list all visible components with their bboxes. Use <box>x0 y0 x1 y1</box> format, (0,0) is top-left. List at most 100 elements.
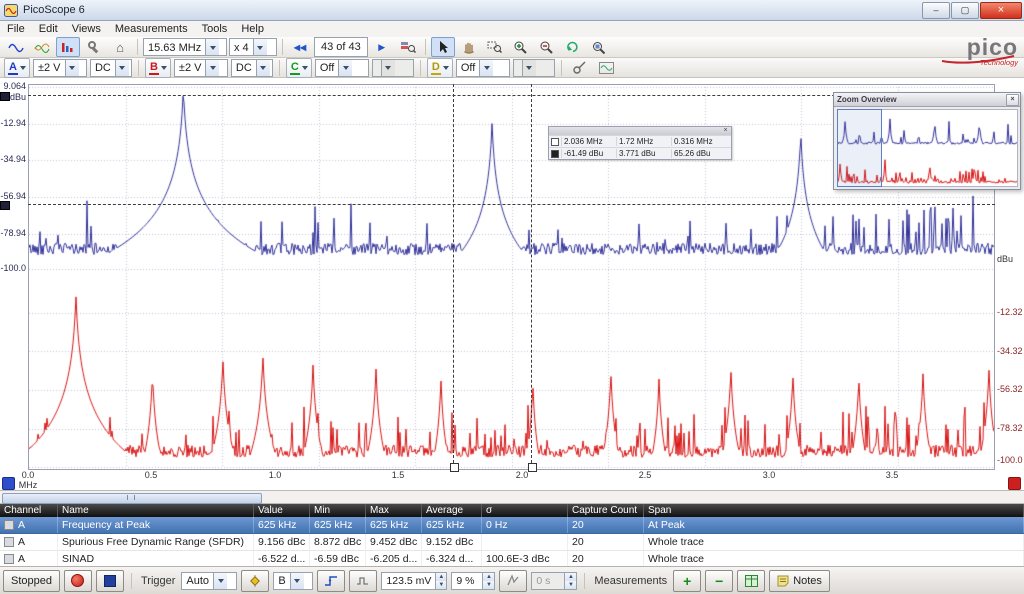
edit-measurement-button[interactable] <box>737 570 765 592</box>
chevron-down-icon[interactable] <box>213 573 227 589</box>
chevron-down-icon[interactable] <box>290 573 304 589</box>
marquee-zoom-icon[interactable] <box>483 37 507 57</box>
channel-c-button[interactable]: C <box>286 58 312 78</box>
undo-zoom-icon[interactable] <box>561 37 585 57</box>
zoom-factor-dropdown[interactable]: x 4 <box>229 38 277 56</box>
zoom-overview-selection[interactable] <box>837 109 882 187</box>
horizontal-ruler-2[interactable] <box>28 204 995 205</box>
vertical-ruler-2[interactable] <box>531 84 532 468</box>
menu-tools[interactable]: Tools <box>195 21 235 37</box>
chevron-down-icon[interactable] <box>479 60 493 76</box>
minimize-button[interactable]: – <box>922 2 950 19</box>
advanced-trigger-icon[interactable] <box>349 570 377 592</box>
channel-b-range-dropdown[interactable]: ±2 V <box>174 59 228 77</box>
stop-button[interactable] <box>96 570 124 592</box>
zoom-overview-titlebar[interactable]: Zoom Overview × <box>834 93 1020 107</box>
ruler-legend: × 2.036 MHz 1.72 MHz 0.316 MHz -61.49 dB… <box>548 126 732 160</box>
spectrum-range-dropdown[interactable]: 15.63 MHz <box>143 38 227 56</box>
scope-view-icon[interactable] <box>4 37 28 57</box>
next-buffer-icon[interactable]: ▶ <box>370 37 394 57</box>
channel-d-range-dropdown[interactable]: Off <box>456 59 510 77</box>
channel-b-button[interactable]: B <box>145 58 171 78</box>
x-axis-tick: 0.5 <box>131 470 171 480</box>
pre-trigger-field[interactable]: 9 % ▲▼ <box>451 572 495 590</box>
vertical-ruler-handle[interactable] <box>450 463 459 472</box>
close-icon[interactable]: × <box>721 127 730 134</box>
buffer-position-field[interactable]: 43 of 43 <box>314 37 368 57</box>
close-button[interactable]: × <box>980 2 1022 19</box>
channel-c-range-dropdown[interactable]: Off <box>315 59 369 77</box>
horizontal-ruler-handle[interactable] <box>0 92 10 101</box>
close-icon[interactable]: × <box>1006 94 1019 106</box>
menu-file[interactable]: File <box>0 21 32 37</box>
record-button[interactable] <box>64 570 92 592</box>
buffer-navigator-icon[interactable] <box>396 37 420 57</box>
trigger-mode-dropdown[interactable]: Auto <box>181 572 237 590</box>
chevron-down-icon[interactable] <box>205 39 219 55</box>
spin-up-icon[interactable]: ▲ <box>483 573 494 581</box>
horizontal-scrollbar[interactable] <box>0 490 1024 504</box>
horizontal-ruler-handle[interactable] <box>0 201 10 210</box>
zoom-full-icon[interactable] <box>587 37 611 57</box>
signal-generator-icon[interactable] <box>595 58 619 78</box>
channel-a-axis-handle[interactable] <box>2 477 15 490</box>
cell-span: Whole trace <box>644 551 1024 567</box>
chevron-down-icon[interactable] <box>115 60 129 76</box>
toolbar-separator <box>279 60 280 76</box>
chevron-down-icon[interactable] <box>338 60 352 76</box>
holdoff-value: 0 s <box>532 573 564 589</box>
menu-measurements[interactable]: Measurements <box>108 21 195 37</box>
left-axis-tick: -56.94 <box>0 191 26 201</box>
menu-edit[interactable]: Edit <box>32 21 65 37</box>
rapid-trigger-icon[interactable] <box>499 570 527 592</box>
spin-down-icon[interactable]: ▼ <box>483 581 494 589</box>
channel-b-coupling-dropdown[interactable]: DC <box>231 59 273 77</box>
channel-a-range-value: ±2 V <box>34 60 65 76</box>
scrollbar-thumb[interactable] <box>2 493 262 504</box>
chevron-down-icon[interactable] <box>65 60 79 76</box>
measurements-label: Measurements <box>592 575 669 587</box>
add-measurement-button[interactable]: + <box>673 570 701 592</box>
chevron-down-icon[interactable] <box>256 60 270 76</box>
pointer-tool-icon[interactable] <box>431 37 455 57</box>
channel-d-button[interactable]: D <box>427 58 453 78</box>
vertical-ruler-handle[interactable] <box>528 463 537 472</box>
header-value: Value <box>254 504 310 517</box>
rising-edge-icon[interactable] <box>317 570 345 592</box>
ruler-legend-header[interactable]: × <box>549 127 731 135</box>
chevron-down-icon[interactable] <box>205 60 219 76</box>
menu-help[interactable]: Help <box>234 21 271 37</box>
spectrum-view-icon[interactable] <box>56 37 80 57</box>
channel-a-range-dropdown[interactable]: ±2 V <box>33 59 87 77</box>
notes-button[interactable]: Notes <box>769 570 830 592</box>
run-state-button[interactable]: Stopped <box>3 570 60 592</box>
menu-bar: File Edit Views Measurements Tools Help <box>0 21 1024 38</box>
previous-buffers-icon[interactable]: ◀◀ <box>288 37 312 57</box>
chevron-down-icon[interactable] <box>253 39 267 55</box>
zoom-out-icon[interactable] <box>535 37 559 57</box>
spin-up-icon: ▲ <box>565 573 576 581</box>
holdoff-field: 0 s ▲▼ <box>531 572 577 590</box>
maximize-button[interactable]: ▢ <box>951 2 979 19</box>
setup-wizard-icon[interactable] <box>82 37 106 57</box>
left-axis-tick: -34.94 <box>0 154 26 164</box>
vertical-ruler-1[interactable] <box>453 84 454 468</box>
menu-views[interactable]: Views <box>65 21 108 37</box>
channel-marker <box>4 537 14 547</box>
channel-a-button[interactable]: A <box>4 58 30 78</box>
channel-b-axis-handle[interactable] <box>1008 477 1021 490</box>
persistence-view-icon[interactable] <box>30 37 54 57</box>
measurement-row-sfdr[interactable]: A Spurious Free Dynamic Range (SFDR) 9.1… <box>0 534 1024 551</box>
hand-tool-icon[interactable] <box>457 37 481 57</box>
trigger-source-dropdown[interactable]: B <box>273 572 313 590</box>
trigger-marker-icon[interactable] <box>241 570 269 592</box>
probe-settings-icon[interactable] <box>568 58 592 78</box>
spin-down-icon[interactable]: ▼ <box>436 581 446 589</box>
measurement-row-frequency-at-peak[interactable]: A Frequency at Peak 625 kHz 625 kHz 625 … <box>0 517 1024 534</box>
trigger-level-field[interactable]: 123.5 mV ▲▼ <box>381 572 447 590</box>
delete-measurement-button[interactable]: − <box>705 570 733 592</box>
zoom-in-icon[interactable] <box>509 37 533 57</box>
home-view-icon[interactable]: ⌂ <box>108 37 132 57</box>
spin-up-icon[interactable]: ▲ <box>436 573 446 581</box>
channel-a-coupling-dropdown[interactable]: DC <box>90 59 132 77</box>
